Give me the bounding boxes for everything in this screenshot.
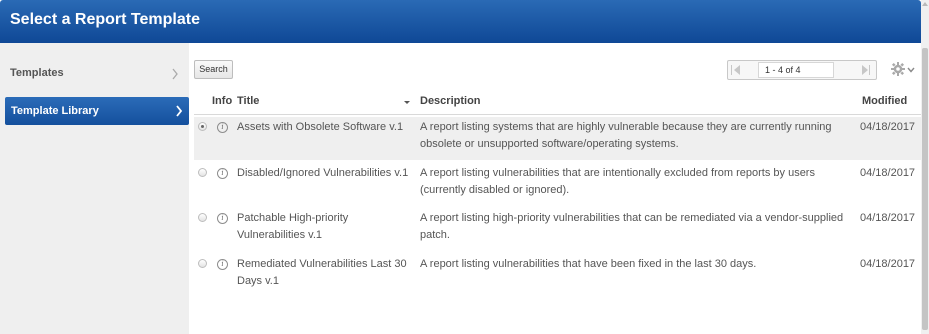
scrollbar-thumb[interactable] [922, 48, 928, 330]
column-header-description[interactable]: Description [420, 95, 481, 107]
column-header-title[interactable]: Title [237, 95, 259, 107]
table-row[interactable]: i Disabled/Ignored Vulnerabilities v.1 A… [194, 163, 921, 205]
info-icon[interactable]: i [217, 168, 228, 179]
row-radio[interactable] [198, 213, 207, 222]
page-range-input[interactable]: 1 - 4 of 4 [758, 62, 834, 78]
row-title: Remediated Vulnerabilities Last 30 Days … [237, 258, 407, 287]
row-description: A report listing systems that are highly… [420, 121, 832, 150]
row-title: Assets with Obsolete Software v.1 [237, 121, 404, 133]
header-divider [194, 114, 921, 115]
sidebar-item-templates[interactable]: Templates [0, 59, 189, 89]
gear-icon[interactable] [891, 62, 905, 76]
chevron-down-icon[interactable] [907, 67, 915, 73]
info-icon[interactable]: i [217, 213, 228, 224]
row-modified: 04/18/2017 [860, 212, 916, 224]
column-header-modified[interactable]: Modified [862, 95, 907, 107]
search-button[interactable]: Search [194, 60, 233, 79]
row-description: A report listing vulnerabilities that ar… [420, 167, 815, 196]
info-icon[interactable]: i [217, 122, 228, 133]
chevron-right-icon [172, 68, 178, 80]
sort-descending-icon[interactable] [404, 101, 410, 104]
row-description: A report listing vulnerabilities that ha… [420, 258, 757, 270]
dialog-header: Select a Report Template [0, 0, 921, 43]
column-header-info[interactable]: Info [212, 95, 232, 107]
table-row[interactable]: i Remediated Vulnerabilities Last 30 Day… [194, 254, 921, 296]
last-page-icon[interactable] [862, 65, 868, 75]
row-modified: 04/18/2017 [860, 121, 916, 133]
sidebar: Templates Template Library [0, 43, 189, 334]
sidebar-item-label: Templates [10, 67, 64, 79]
sidebar-item-label: Template Library [11, 105, 99, 117]
table-row[interactable]: i Patchable High-priority Vulnerabilitie… [194, 208, 921, 250]
row-radio[interactable] [198, 122, 207, 131]
dialog-title: Select a Report Template [10, 11, 200, 28]
info-icon[interactable]: i [217, 259, 228, 270]
first-page-icon-bar [731, 65, 732, 75]
sidebar-item-template-library[interactable]: Template Library [5, 97, 189, 125]
row-description: A report listing high-priority vulnerabi… [420, 212, 844, 241]
first-page-icon[interactable] [734, 65, 740, 75]
scroll-up-arrow-icon[interactable] [922, 2, 928, 6]
last-page-icon-bar [869, 65, 870, 75]
pager: 1 - 4 of 4 [727, 60, 877, 80]
row-radio[interactable] [198, 259, 207, 268]
row-modified: 04/18/2017 [860, 167, 916, 179]
row-title: Patchable High-priority Vulnerabilities … [237, 212, 349, 241]
row-modified: 04/18/2017 [860, 258, 916, 270]
chevron-right-icon [176, 105, 183, 117]
row-title: Disabled/Ignored Vulnerabilities v.1 [237, 167, 409, 179]
table-row[interactable]: i Assets with Obsolete Software v.1 A re… [194, 117, 921, 160]
row-radio[interactable] [198, 168, 207, 177]
